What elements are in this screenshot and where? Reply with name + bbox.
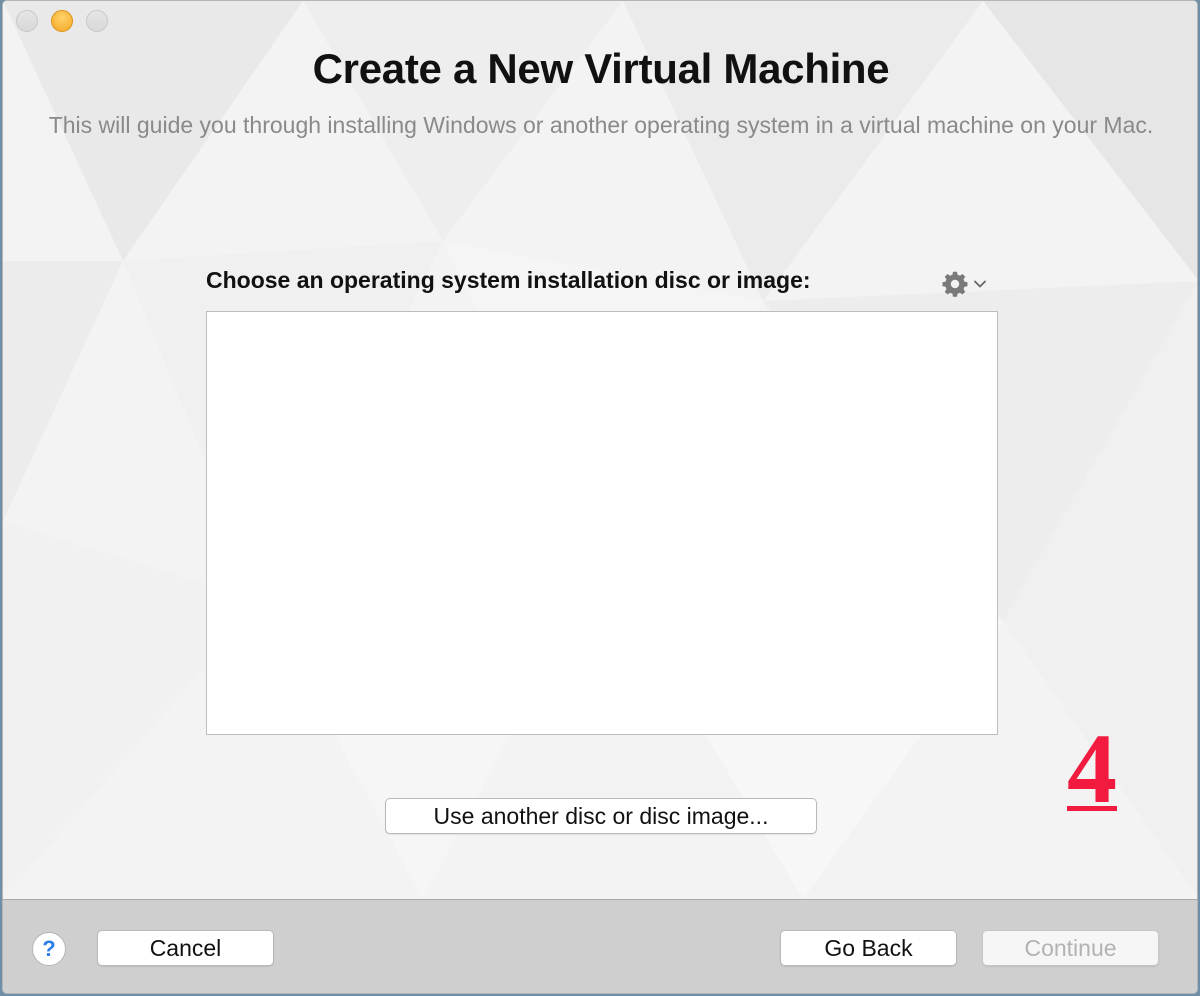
chevron-down-icon bbox=[973, 277, 987, 291]
help-button[interactable]: ? bbox=[32, 932, 66, 966]
choose-disc-label: Choose an operating system installation … bbox=[206, 267, 811, 293]
page-title: Create a New Virtual Machine bbox=[312, 45, 890, 92]
go-back-button[interactable]: Go Back bbox=[780, 930, 957, 966]
question-mark-icon: ? bbox=[42, 936, 56, 961]
cancel-button[interactable]: Cancel bbox=[97, 930, 274, 966]
use-another-disc-button[interactable]: Use another disc or disc image... bbox=[385, 798, 817, 834]
step-number-annotation: 4 bbox=[1067, 713, 1117, 824]
continue-button[interactable]: Continue bbox=[982, 930, 1159, 966]
page-subtitle: This will guide you through installing W… bbox=[48, 112, 1154, 138]
gear-action-menu[interactable] bbox=[941, 269, 1001, 299]
window-controls bbox=[16, 10, 108, 32]
footer-bar: ? Cancel Go Back Continue bbox=[3, 899, 1197, 993]
gear-icon bbox=[941, 270, 969, 298]
installation-disc-list[interactable] bbox=[206, 311, 998, 735]
close-window-button[interactable] bbox=[16, 10, 38, 32]
zoom-window-button[interactable] bbox=[86, 10, 108, 32]
minimize-window-button[interactable] bbox=[51, 10, 73, 32]
vm-assistant-window: Create a New Virtual Machine This will g… bbox=[2, 0, 1198, 994]
